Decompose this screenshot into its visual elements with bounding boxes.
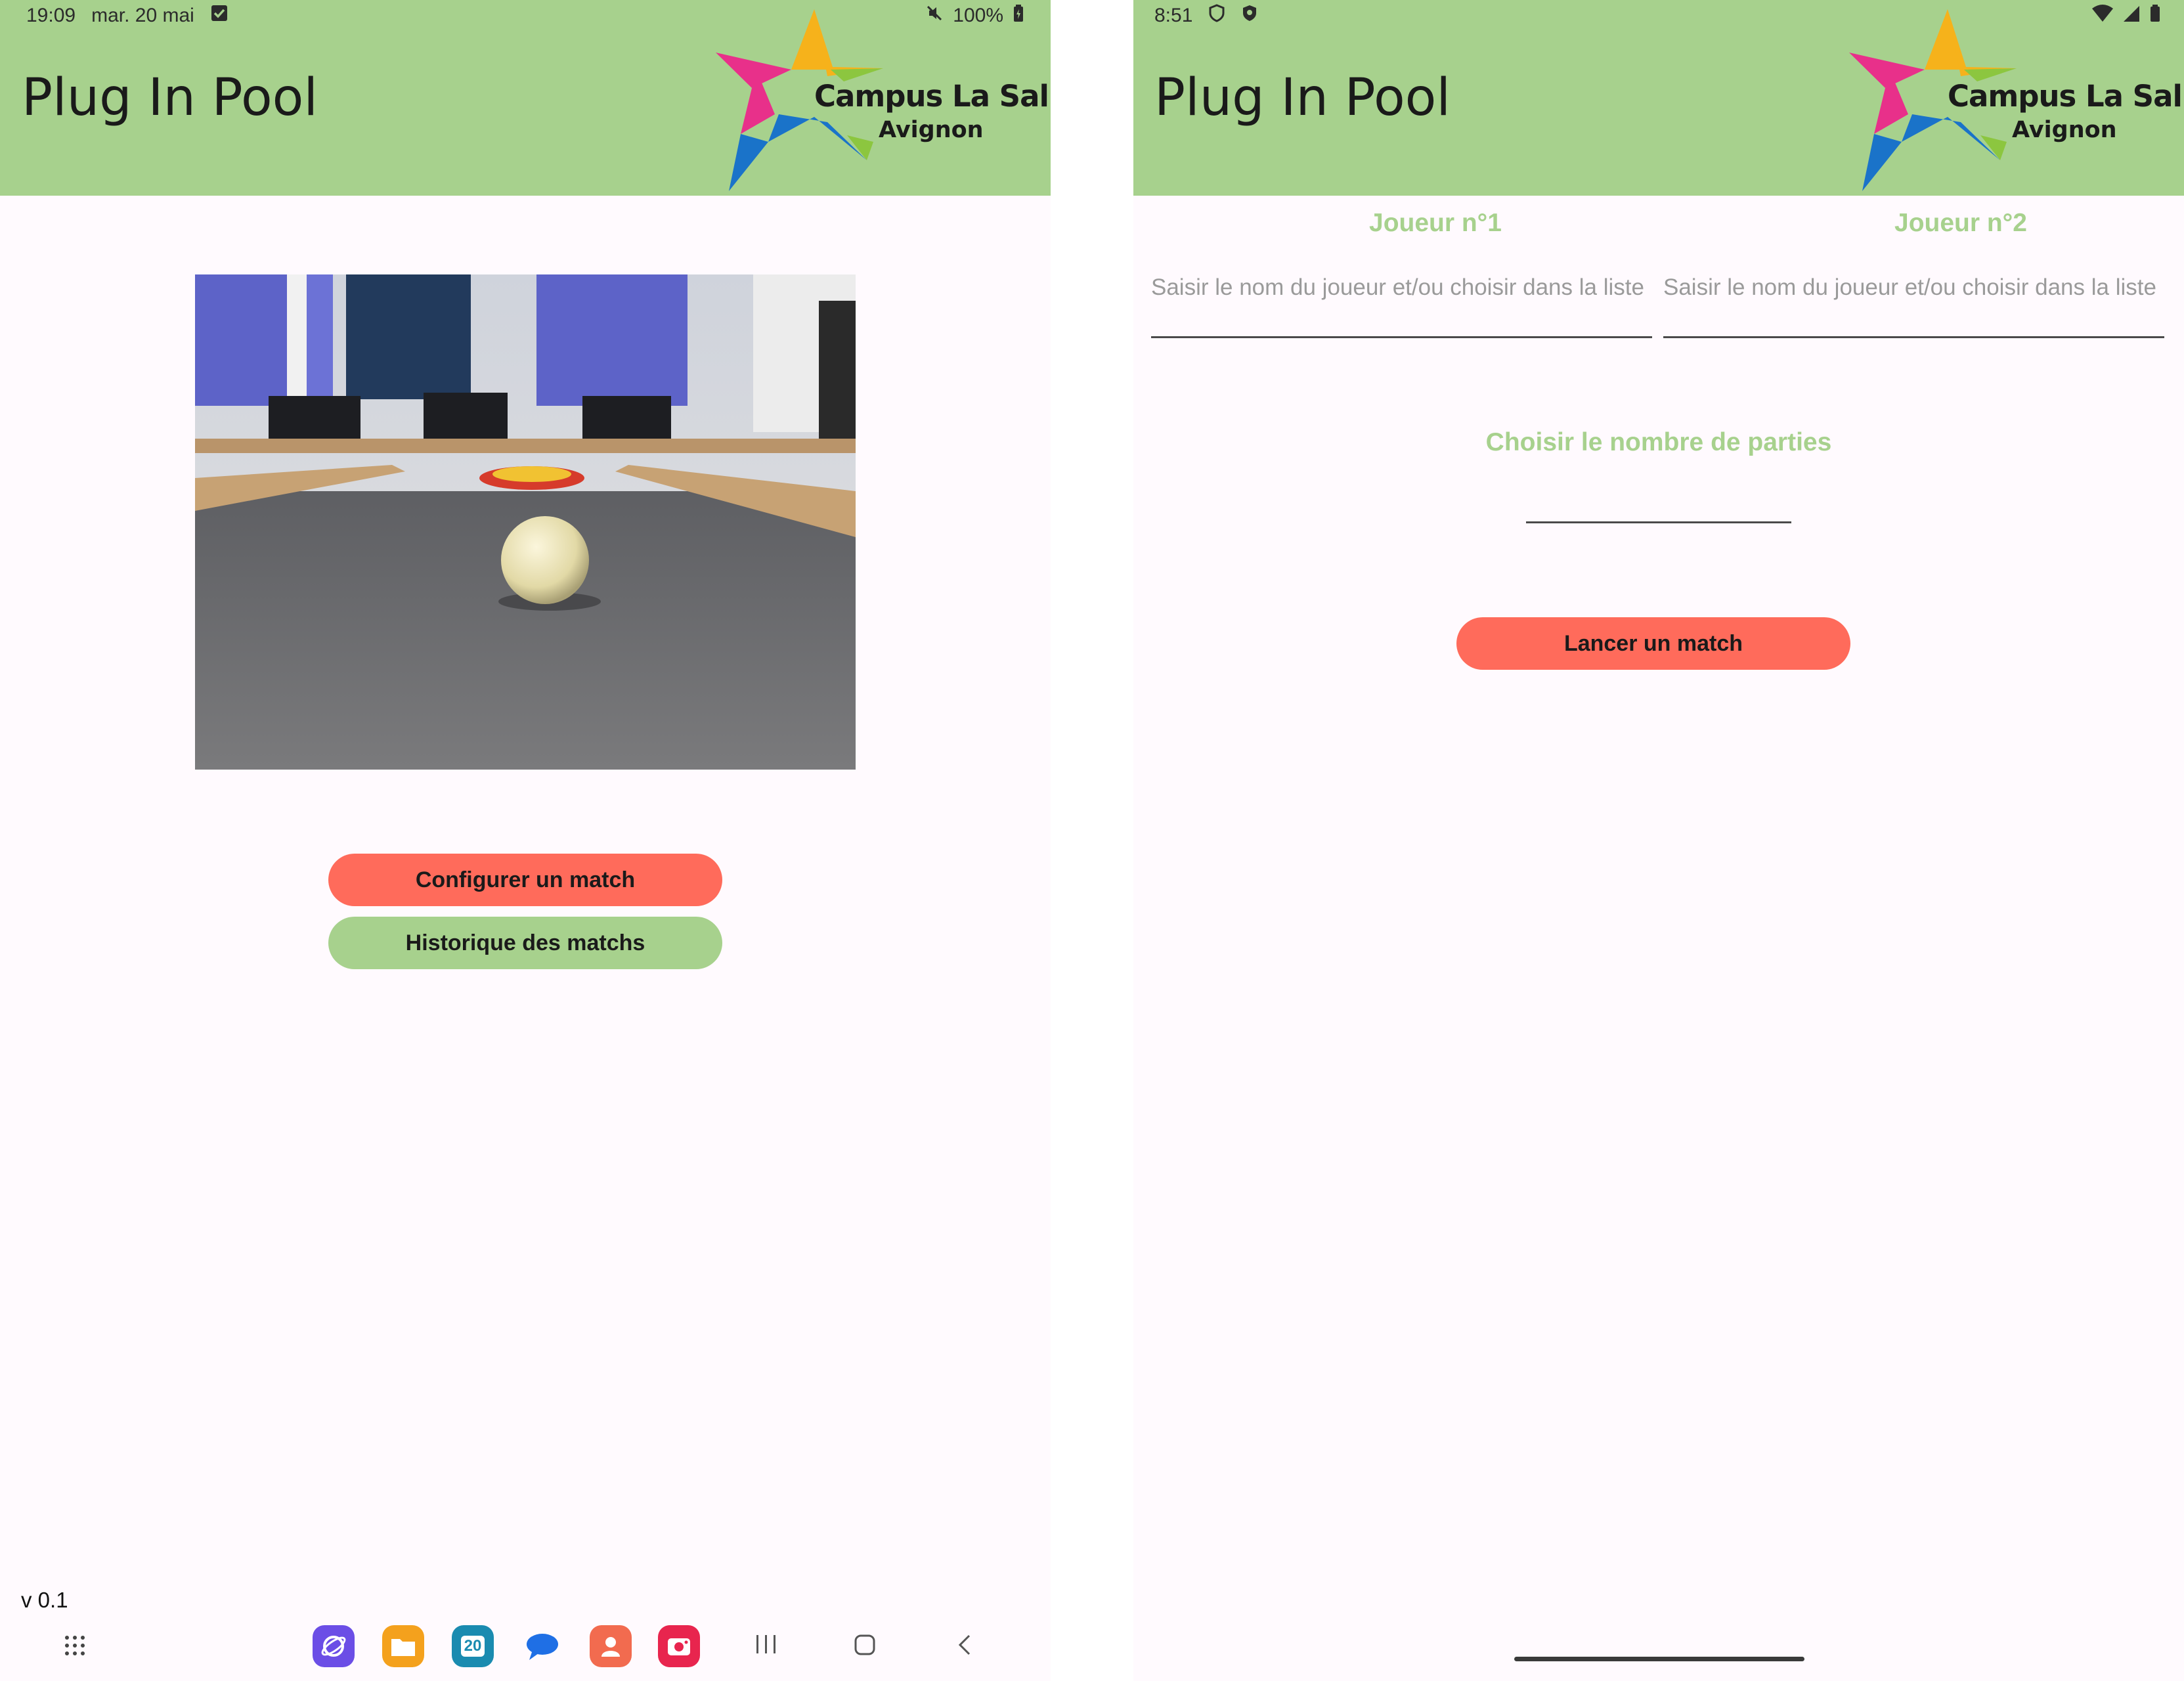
logo-text-city: Avignon [2012,117,2117,143]
launch-match-button[interactable]: Lancer un match [1456,617,1850,670]
status-time: 8:51 [1154,5,1193,26]
app-bar: 19:09 mar. 20 mai 100% Plug In Pool Camp… [0,0,1051,196]
messages-app-icon[interactable] [521,1625,563,1667]
home-screen: 19:09 mar. 20 mai 100% Plug In Pool Camp… [0,0,1051,1681]
number-of-games-field[interactable] [1526,479,1791,523]
app-title: Plug In Pool [1154,68,1451,127]
screen-recorder-app-icon[interactable] [658,1625,700,1667]
security-shield-icon [1241,4,1258,28]
task-check-icon [210,4,229,28]
player1-label: Joueur n°1 [1369,209,1502,237]
vpn-shield-icon [1208,4,1225,28]
taskbar: 20 [0,1609,1051,1681]
home-icon[interactable] [854,1634,876,1659]
app-bar: 8:51 Plug In Pool Campus La Sal Avignon [1133,0,2184,196]
logo-text-campus: Campus La Salle [1948,79,2184,114]
app-title: Plug In Pool [22,68,318,127]
calendar-app-icon[interactable]: 20 [452,1625,494,1667]
player2-label: Joueur n°2 [1894,209,2027,237]
match-history-button[interactable]: Historique des matchs [328,917,722,969]
logo-text-city: Avignon [879,117,984,143]
campus-la-salle-logo: Campus La Salle Avignon [1849,4,2184,194]
match-config-screen: 8:51 Plug In Pool Campus La Sal Avignon … [1133,0,2184,1681]
player1-name-field[interactable]: Saisir le nom du joueur et/ou choisir da… [1151,273,1652,338]
player2-name-field[interactable]: Saisir le nom du joueur et/ou choisir da… [1663,273,2164,338]
gesture-home-indicator[interactable] [1514,1657,1804,1661]
configure-match-button[interactable]: Configurer un match [328,854,722,906]
app-drawer-icon[interactable] [63,1634,87,1660]
recent-apps-icon[interactable] [755,1634,777,1657]
pool-table-photo [195,274,856,770]
campus-la-salle-logo: Campus La Salle Avignon [716,4,1051,194]
status-date: mar. 20 mai [91,5,194,26]
my-files-app-icon[interactable] [382,1625,424,1667]
back-icon[interactable] [956,1634,972,1659]
contacts-app-icon[interactable] [590,1625,632,1667]
logo-text-campus: Campus La Salle [814,79,1051,114]
number-of-games-label: Choisir le nombre de parties [1485,428,1832,456]
status-time: 19:09 [26,5,76,26]
internet-app-icon[interactable] [313,1625,355,1667]
calendar-day: 20 [460,1636,485,1657]
